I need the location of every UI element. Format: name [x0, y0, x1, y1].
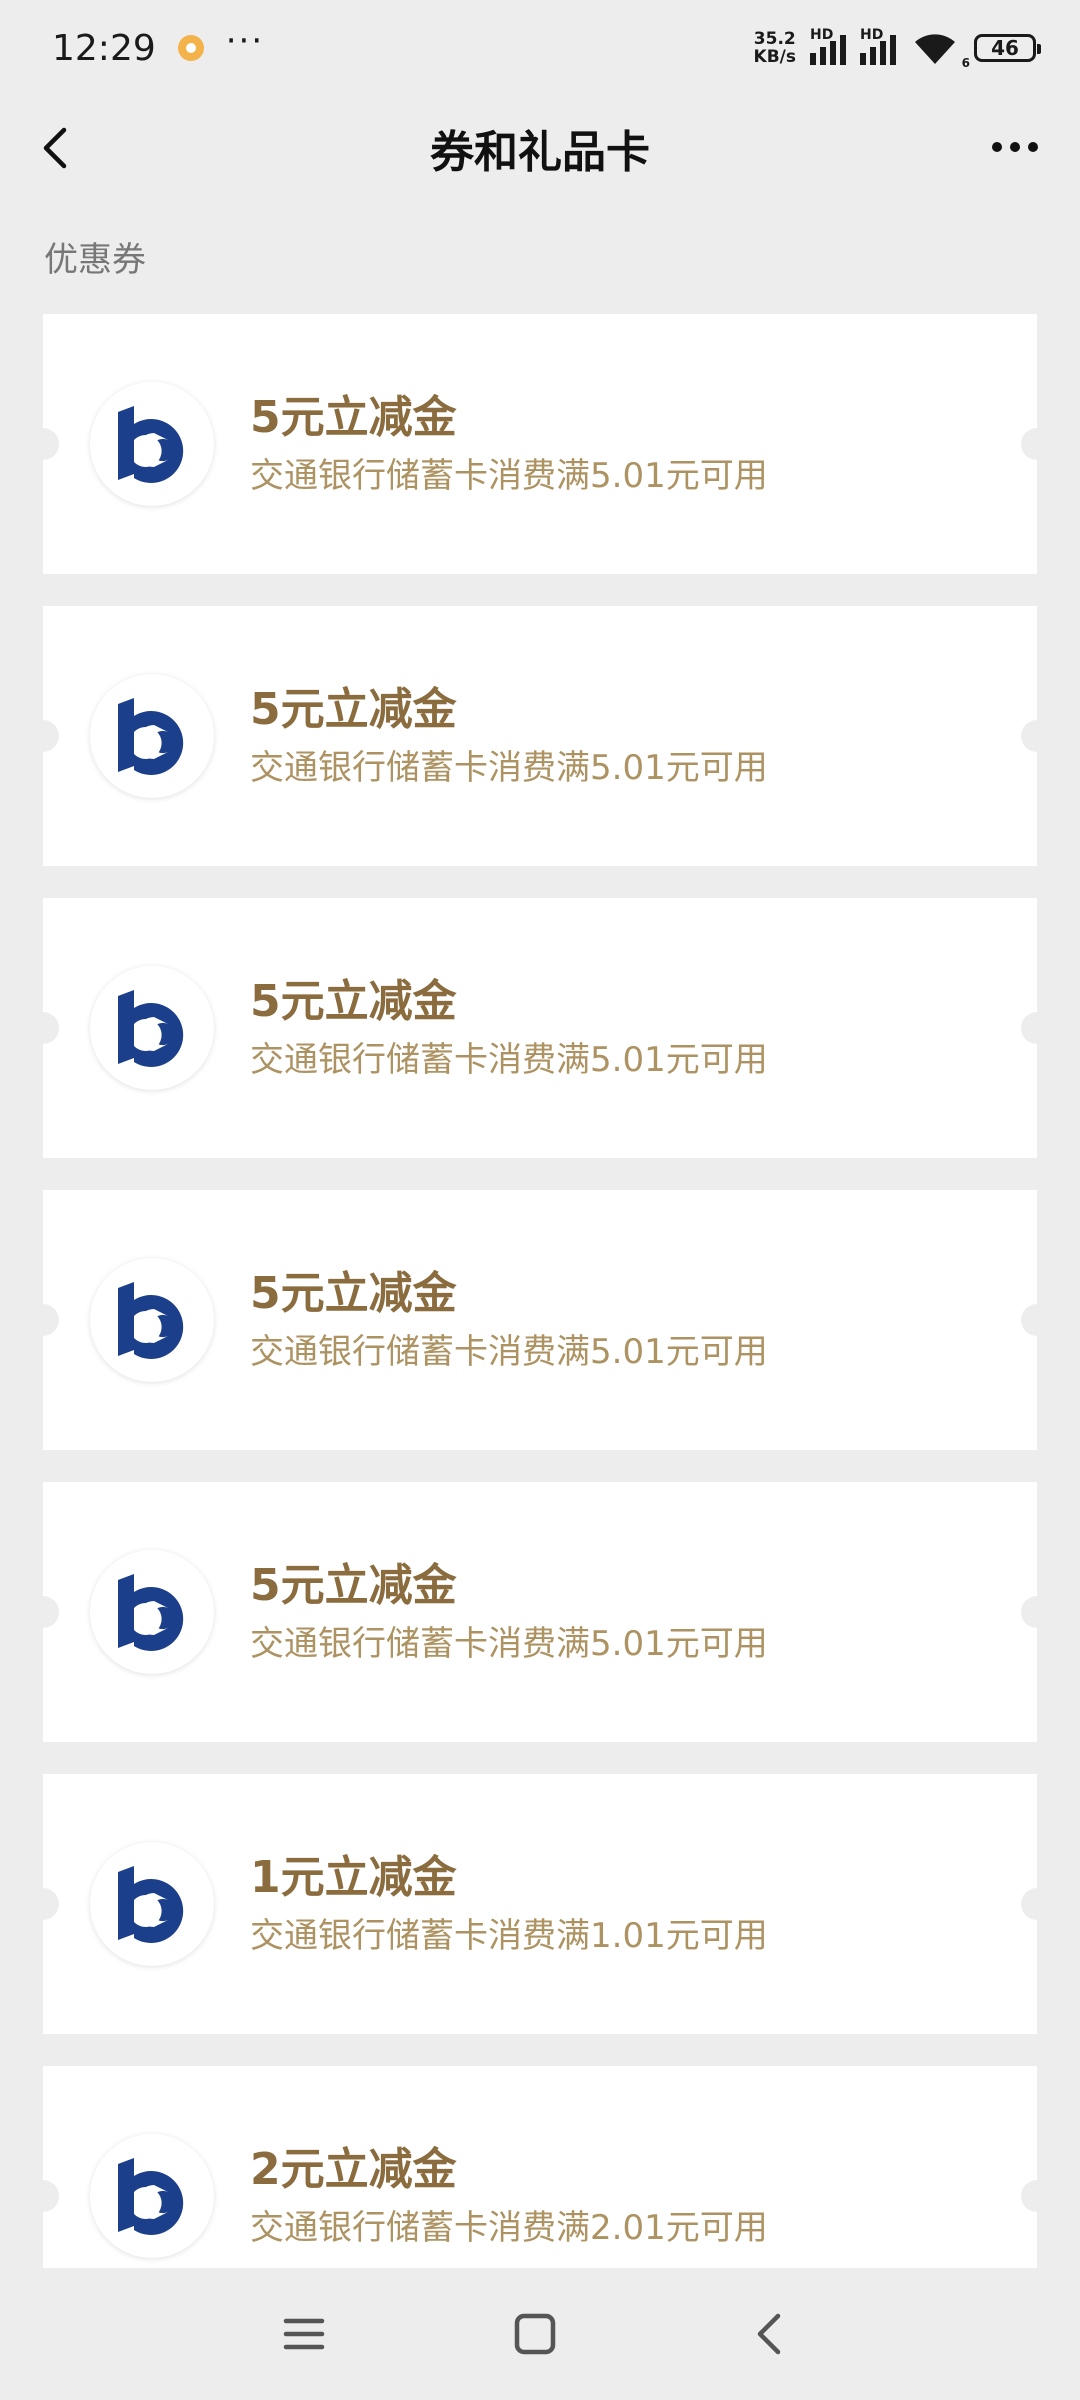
nav-home-button[interactable]	[505, 2304, 565, 2364]
signal-hd-label-2: HD	[860, 27, 884, 43]
status-bar: 12:29 ··· 35.2 KB/s HD HD 6 46	[0, 0, 1080, 96]
network-speed: 35.2 KB/s	[754, 30, 796, 66]
system-nav-bar	[0, 2268, 1080, 2400]
signal-icon-2: HD	[860, 27, 896, 65]
coupon-text: 5元立减金 交通银行储蓄卡消费满5.01元可用	[250, 1266, 768, 1374]
bocom-logo-icon	[90, 1550, 214, 1674]
coupon-title: 5元立减金	[250, 976, 457, 1027]
coupon-card[interactable]: 5元立减金 交通银行储蓄卡消费满5.01元可用	[27, 314, 1053, 574]
coupon-card[interactable]: 5元立减金 交通银行储蓄卡消费满5.01元可用	[27, 1190, 1053, 1450]
coupon-text: 5元立减金 交通银行储蓄卡消费满5.01元可用	[250, 974, 768, 1082]
ticket-notch-left	[27, 1596, 59, 1628]
coupon-text: 2元立减金 交通银行储蓄卡消费满2.01元可用	[250, 2142, 768, 2250]
ticket-notch-right	[1021, 720, 1053, 752]
ticket-notch-right	[1021, 1888, 1053, 1920]
coupon-card[interactable]: 1元立减金 交通银行储蓄卡消费满1.01元可用	[27, 1774, 1053, 2034]
coupon-description: 交通银行储蓄卡消费满5.01元可用	[250, 456, 768, 496]
status-time: 12:29	[52, 27, 156, 69]
notification-icon	[177, 35, 204, 61]
chevron-left-icon	[43, 127, 67, 169]
bocom-logo-icon	[90, 966, 214, 1090]
bocom-logo-icon	[90, 1842, 214, 1966]
more-menu-button[interactable]	[980, 122, 1050, 172]
bocom-logo-icon	[90, 674, 214, 798]
bocom-logo-icon	[90, 2134, 214, 2258]
ticket-notch-left	[27, 428, 59, 460]
coupon-card[interactable]: 5元立减金 交通银行储蓄卡消费满5.01元可用	[27, 898, 1053, 1158]
ticket-notch-right	[1021, 2180, 1053, 2212]
coupon-description: 交通银行储蓄卡消费满2.01元可用	[250, 2208, 768, 2248]
coupon-title: 2元立减金	[250, 2144, 457, 2195]
hamburger-icon	[283, 2318, 325, 2350]
coupon-text: 5元立减金 交通银行储蓄卡消费满5.01元可用	[250, 682, 768, 790]
status-right: 35.2 KB/s HD HD 6 46	[754, 27, 1041, 70]
ticket-notch-left	[27, 720, 59, 752]
bocom-logo-icon	[90, 1258, 214, 1382]
status-left: 12:29 ···	[52, 24, 264, 69]
more-horizontal-icon	[992, 142, 1002, 152]
section-label-coupons: 优惠券	[44, 240, 146, 280]
square-icon	[514, 2313, 556, 2355]
coupon-text: 5元立减金 交通银行储蓄卡消费满5.01元可用	[250, 1558, 768, 1666]
wifi-icon: 6	[910, 30, 970, 70]
coupon-description: 交通银行储蓄卡消费满5.01元可用	[250, 1040, 768, 1080]
coupon-card[interactable]: 5元立减金 交通银行储蓄卡消费满5.01元可用	[27, 606, 1053, 866]
header-bar: 券和礼品卡	[0, 96, 1080, 200]
coupon-text: 1元立减金 交通银行储蓄卡消费满1.01元可用	[250, 1850, 768, 1958]
chevron-left-icon	[757, 2313, 781, 2355]
coupon-description: 交通银行储蓄卡消费满5.01元可用	[250, 1624, 768, 1664]
network-speed-value: 35.2	[753, 29, 796, 49]
ticket-notch-left	[27, 1888, 59, 1920]
coupon-description: 交通银行储蓄卡消费满5.01元可用	[250, 1332, 768, 1372]
back-button[interactable]	[30, 118, 90, 178]
wifi-label: 6	[961, 56, 970, 70]
coupon-title: 5元立减金	[250, 684, 457, 735]
battery-level: 46	[991, 36, 1019, 60]
coupon-title: 5元立减金	[250, 1560, 457, 1611]
ticket-notch-right	[1021, 1012, 1053, 1044]
coupon-description: 交通银行储蓄卡消费满5.01元可用	[250, 748, 768, 788]
ticket-notch-left	[27, 1012, 59, 1044]
coupon-card[interactable]: 5元立减金 交通银行储蓄卡消费满5.01元可用	[27, 1482, 1053, 1742]
coupon-description: 交通银行储蓄卡消费满1.01元可用	[250, 1916, 768, 1956]
nav-back-button[interactable]	[740, 2304, 800, 2364]
ticket-notch-right	[1021, 1304, 1053, 1336]
signal-icon: HD	[810, 27, 846, 65]
ticket-notch-right	[1021, 428, 1053, 460]
bocom-logo-icon	[90, 382, 214, 506]
nav-menu-button[interactable]	[274, 2304, 334, 2364]
coupon-text: 5元立减金 交通银行储蓄卡消费满5.01元可用	[250, 390, 768, 498]
coupon-list: 5元立减金 交通银行储蓄卡消费满5.01元可用 5元立减金 交通银行储蓄卡消费满…	[27, 314, 1053, 2326]
ticket-notch-left	[27, 2180, 59, 2212]
signal-hd-label: HD	[810, 27, 834, 43]
battery-icon: 46	[974, 34, 1041, 62]
network-speed-unit: KB/s	[753, 47, 796, 67]
ticket-notch-right	[1021, 1596, 1053, 1628]
more-notifications-icon: ···	[225, 21, 265, 61]
page-title: 券和礼品卡	[430, 127, 650, 178]
coupon-title: 5元立减金	[250, 392, 457, 443]
coupon-title: 1元立减金	[250, 1852, 457, 1903]
ticket-notch-left	[27, 1304, 59, 1336]
coupon-title: 5元立减金	[250, 1268, 457, 1319]
